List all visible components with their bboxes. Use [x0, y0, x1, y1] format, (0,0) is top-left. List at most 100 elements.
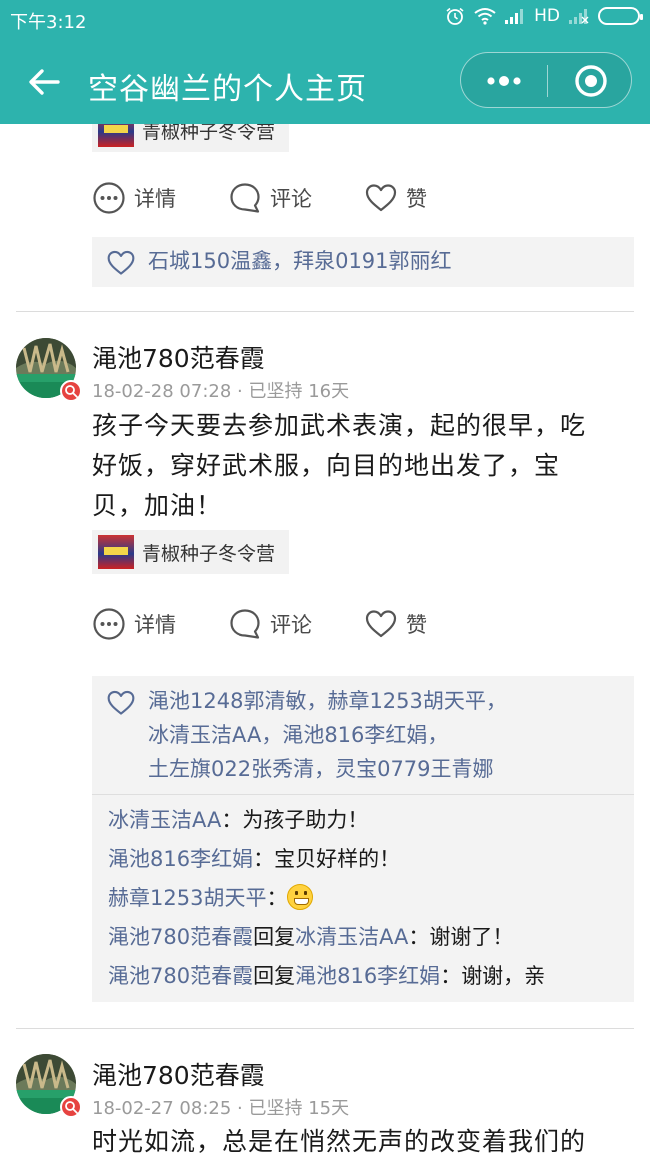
- detail-button[interactable]: 详情: [92, 181, 176, 215]
- back-arrow-icon[interactable]: [24, 62, 64, 102]
- persist-days: 已坚持 16天: [248, 381, 350, 402]
- course-thumbnail: [98, 124, 134, 147]
- comment-text: 宝贝好样的！: [274, 847, 401, 871]
- avatar[interactable]: [16, 1054, 82, 1118]
- comment-item[interactable]: 渑池780范春霞回复冰清玉洁AA：谢谢了！: [108, 918, 618, 957]
- detail-label: 详情: [134, 613, 176, 637]
- verified-badge-icon: [60, 1096, 82, 1118]
- post-actions: 详情 评论 赞: [92, 602, 479, 646]
- comment-item[interactable]: 冰清玉洁AA：为孩子助力！: [108, 801, 618, 840]
- commenter-name[interactable]: 渑池816李红娟: [108, 847, 253, 871]
- commenter-name[interactable]: 渑池780范春霞: [108, 964, 253, 988]
- detail-label: 详情: [134, 187, 176, 211]
- status-time: 下午3:12: [10, 12, 87, 33]
- likes-names[interactable]: 石城150温鑫，拜泉0191郭丽红: [148, 244, 452, 278]
- likes-comments-panel: 渑池1248郭清敏，赫章1253胡天平， 冰清玉洁AA，渑池816李红娟， 土左…: [92, 676, 634, 1002]
- post-divider: [16, 311, 634, 312]
- reply-word: 回复: [253, 964, 296, 988]
- capsule-menu: [460, 52, 632, 108]
- heart-icon: [365, 184, 397, 212]
- likes-line: 冰清玉洁AA，渑池816李红娟，: [148, 723, 449, 747]
- post-text: 孩子今天要去参加武术表演，起的很早，吃 好饭，穿好武术服，向目的地出发了，宝 贝…: [92, 406, 640, 526]
- post-meta: 18-02-28 07:28 · 已坚持 16天: [92, 377, 349, 403]
- commenter-name[interactable]: 冰清玉洁AA: [108, 808, 221, 832]
- meta-separator: ·: [237, 1098, 249, 1119]
- post-text-line: 贝，加油！: [92, 491, 223, 520]
- like-button[interactable]: 赞: [364, 181, 427, 215]
- wifi-icon: [474, 7, 496, 25]
- grin-emoji-icon: [287, 884, 314, 910]
- heart-icon: [365, 610, 397, 638]
- target-close-icon[interactable]: [548, 53, 632, 109]
- post-divider: [16, 1028, 634, 1029]
- likes-line: 土左旗022张秀清，灵宝0779王青娜: [148, 757, 494, 781]
- comment-colon: ：: [408, 925, 430, 949]
- like-label: 赞: [406, 187, 427, 211]
- author-name[interactable]: 渑池780范春霞: [92, 1056, 265, 1092]
- feed[interactable]: 青椒种子冬令营 详情 评论 赞 石城150温鑫，拜泉0191郭丽红 渑池780范…: [0, 124, 650, 1156]
- reply-to-name[interactable]: 渑池816李红娟: [295, 964, 440, 988]
- post-date: 18-02-28 07:28: [92, 381, 232, 402]
- post-meta: 18-02-27 08:25 · 已坚持 15天: [92, 1094, 349, 1120]
- comment-colon: ：: [266, 886, 288, 910]
- post-text-line: 好饭，穿好武术服，向目的地出发了，宝: [92, 451, 561, 480]
- post-text-line: 孩子今天要去参加武术表演，起的很早，吃: [92, 411, 587, 440]
- likes-line: 渑池1248郭清敏，赫章1253胡天平，: [148, 689, 507, 713]
- comment-label: 评论: [270, 187, 312, 211]
- comment-colon: ：: [253, 847, 275, 871]
- signal-weak-icon: [568, 7, 590, 25]
- like-button[interactable]: 赞: [364, 607, 427, 641]
- more-circle-icon: [93, 182, 125, 214]
- course-name: 青椒种子冬令营: [142, 542, 276, 565]
- course-thumbnail: [98, 535, 134, 569]
- post-text-line: 时光如流，总是在悄然无声的改变着我们的: [92, 1127, 587, 1156]
- alarm-icon: [444, 7, 466, 25]
- likes-row: 石城150温鑫，拜泉0191郭丽红: [92, 237, 634, 284]
- commenter-name[interactable]: 赫章1253胡天平: [108, 886, 266, 910]
- heart-outline-icon: [107, 690, 135, 715]
- comment-label: 评论: [270, 613, 312, 637]
- comment-button[interactable]: 评论: [228, 181, 312, 215]
- comment-bubble-icon: [230, 183, 260, 213]
- heart-outline-icon: [107, 250, 135, 275]
- meta-separator: ·: [237, 381, 249, 402]
- status-bar: 下午3:12 HD: [0, 0, 650, 36]
- comment-colon: ：: [440, 964, 462, 988]
- avatar[interactable]: [16, 338, 82, 402]
- comment-item[interactable]: 渑池816李红娟：宝贝好样的！: [108, 840, 618, 879]
- detail-button[interactable]: 详情: [92, 607, 176, 641]
- comment-text: 为孩子助力！: [242, 808, 369, 832]
- comment-colon: ：: [221, 808, 243, 832]
- course-tag[interactable]: 青椒种子冬令营: [92, 530, 290, 574]
- page-title: 空谷幽兰的个人主页: [88, 72, 367, 107]
- comment-text: 谢谢，亲: [461, 964, 546, 988]
- course-tag[interactable]: 青椒种子冬令营: [92, 124, 290, 152]
- comment-item[interactable]: 赫章1253胡天平：: [108, 879, 618, 918]
- course-name: 青椒种子冬令营: [142, 124, 276, 143]
- comment-item[interactable]: 渑池780范春霞回复渑池816李红娟：谢谢，亲: [108, 957, 618, 996]
- signal-icon: [504, 7, 526, 25]
- author-name[interactable]: 渑池780范春霞: [92, 339, 265, 375]
- like-label: 赞: [406, 613, 427, 637]
- network-label: HD: [534, 6, 560, 26]
- status-icons: HD: [444, 6, 643, 26]
- comment-text: 谢谢了！: [429, 925, 514, 949]
- reply-to-name[interactable]: 冰清玉洁AA: [295, 925, 408, 949]
- commenter-name[interactable]: 渑池780范春霞: [108, 925, 253, 949]
- persist-days: 已坚持 15天: [248, 1098, 350, 1119]
- comment-list: 冰清玉洁AA：为孩子助力！ 渑池816李红娟：宝贝好样的！ 赫章1253胡天平：…: [92, 794, 634, 1002]
- comment-bubble-icon: [230, 609, 260, 639]
- likes-names[interactable]: 渑池1248郭清敏，赫章1253胡天平， 冰清玉洁AA，渑池816李红娟， 土左…: [148, 684, 507, 788]
- likes-row: 渑池1248郭清敏，赫章1253胡天平， 冰清玉洁AA，渑池816李红娟， 土左…: [92, 676, 634, 794]
- nav-row: 空谷幽兰的个人主页: [0, 44, 650, 120]
- post-actions: 详情 评论 赞: [92, 176, 479, 220]
- post-text: 时光如流，总是在悄然无声的改变着我们的: [92, 1122, 640, 1156]
- battery-icon: [598, 7, 643, 25]
- comment-button[interactable]: 评论: [228, 607, 312, 641]
- likes-panel: 石城150温鑫，拜泉0191郭丽红: [92, 237, 634, 287]
- post-date: 18-02-27 08:25: [92, 1098, 232, 1119]
- reply-word: 回复: [253, 925, 296, 949]
- more-circle-icon: [93, 608, 125, 640]
- more-dots-icon[interactable]: [461, 53, 547, 109]
- verified-badge-icon: [60, 380, 82, 402]
